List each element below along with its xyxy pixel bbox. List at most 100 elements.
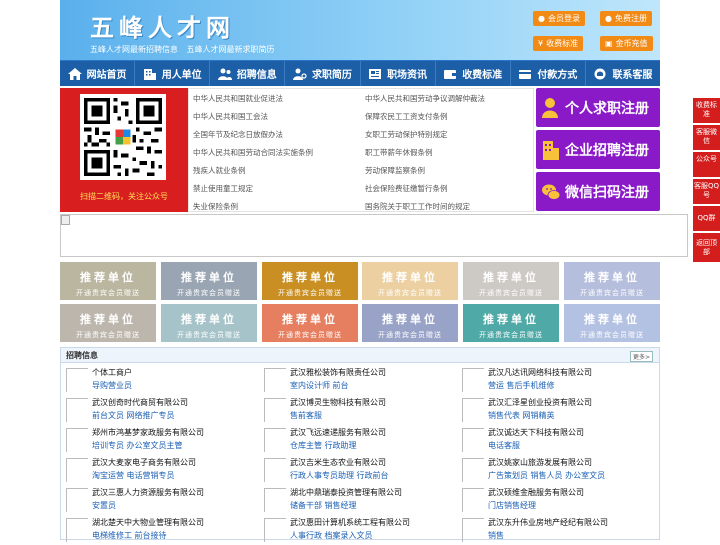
company-name[interactable]: 湖北中鼎瑞泰投资管理有限公司 [290, 487, 402, 498]
job-item[interactable]: 武汉博灵生物科技有限公司 售前客服 [259, 395, 449, 425]
law-link[interactable]: 中华人民共和国工会法 [193, 111, 268, 122]
job-item[interactable]: 湖北中鼎瑞泰投资管理有限公司 储备干部 销售经理 [259, 485, 449, 515]
job-positions[interactable]: 电梯维修工 前台接待 [92, 530, 167, 541]
company-logo[interactable] [264, 428, 286, 452]
banner-placeholder[interactable] [60, 214, 688, 257]
job-item[interactable]: 武汉三惠人力资源服务有限公司 安置员 [61, 485, 251, 515]
law-link[interactable]: 社会保险费征缴暂行条例 [365, 183, 448, 194]
ad-slot[interactable]: 推荐单位 开通贵宾会员赠送 [262, 304, 358, 342]
company-logo[interactable] [66, 518, 88, 542]
job-positions[interactable]: 前台文员 网络推广专员 [92, 410, 175, 421]
company-name[interactable]: 郑州市鸿基梦家政服务有限公司 [92, 427, 204, 438]
ad-slot[interactable]: 推荐单位 开通贵宾会员赠送 [161, 262, 257, 300]
job-item[interactable]: 湖北楚天中大物业管理有限公司 电梯维修工 前台接待 [61, 515, 251, 545]
nav-payment[interactable]: 付款方式 [511, 61, 586, 86]
company-logo[interactable] [264, 458, 286, 482]
nav-home[interactable]: 网站首页 [60, 61, 136, 86]
company-logo[interactable] [462, 398, 484, 422]
company-name[interactable]: 湖北楚天中大物业管理有限公司 [92, 517, 204, 528]
company-logo[interactable] [264, 518, 286, 542]
company-name[interactable]: 武汉姚家山旅游发展有限公司 [488, 457, 592, 468]
side-back-to-top[interactable]: 返回顶部 [693, 233, 720, 263]
job-positions[interactable]: 室内设计师 前台 [290, 380, 349, 391]
recharge-button[interactable]: ▣ 金币充值 [600, 36, 653, 51]
job-item[interactable]: 武汉姚家山旅游发展有限公司广告策划员 销售人员 办公室文员 [457, 455, 647, 485]
company-name[interactable]: 武汉雅松装饰有限责任公司 [290, 367, 386, 378]
company-logo[interactable] [66, 398, 88, 422]
company-logo[interactable] [462, 428, 484, 452]
job-item[interactable]: 武汉创奇时代商贸有限公司 前台文员 网络推广专员 [61, 395, 251, 425]
login-button[interactable]: ● 会员登录 [533, 11, 585, 26]
nav-employers[interactable]: 用人单位 [135, 61, 211, 86]
side-service-qq[interactable]: 客服QQ号 [693, 179, 720, 205]
nav-resumes[interactable]: 求职简历 [285, 61, 361, 86]
company-name[interactable]: 武汉创奇时代商贸有限公司 [92, 397, 188, 408]
company-name[interactable]: 武汉东升伟业房地产经纪有限公司 [488, 517, 608, 528]
company-name[interactable]: 武汉飞远速递服务有限公司 [290, 427, 386, 438]
ad-slot[interactable]: 推荐单位 开通贵宾会员赠送 [463, 262, 559, 300]
law-link[interactable]: 失业保险条例 [193, 201, 238, 212]
company-name[interactable]: 武汉博灵生物科技有限公司 [290, 397, 386, 408]
company-register-button[interactable]: 企业招聘注册 [536, 130, 660, 169]
ad-slot[interactable]: 推荐单位 开通贵宾会员赠送 [362, 304, 458, 342]
company-logo[interactable] [66, 428, 88, 452]
law-link[interactable]: 残疾人就业条例 [193, 165, 246, 176]
company-logo[interactable] [462, 488, 484, 512]
job-positions[interactable]: 导购营业员 [92, 380, 132, 391]
personal-register-button[interactable]: 个人求职注册 [536, 88, 660, 127]
job-positions[interactable]: 售前客服 [290, 410, 322, 421]
side-official-account[interactable]: 公众号 [693, 152, 720, 178]
pricing-button[interactable]: ¥ 收费标准 [533, 36, 584, 51]
job-item[interactable]: 武汉惠田计算机系统工程有限公司 人事行政 档案录入文员 [259, 515, 449, 545]
job-item[interactable]: 个体工商户导购营业员 [61, 365, 251, 395]
ad-slot[interactable]: 推荐单位 开通贵宾会员赠送 [564, 262, 660, 300]
job-item[interactable]: 武汉东升伟业房地产经纪有限公司 销售 [457, 515, 647, 545]
ad-slot[interactable]: 推荐单位 开通贵宾会员赠送 [463, 304, 559, 342]
job-positions[interactable]: 人事行政 档案录入文员 [290, 530, 373, 541]
law-link[interactable]: 劳动保障监察条例 [365, 165, 425, 176]
ad-slot[interactable]: 推荐单位 开通贵宾会员赠送 [362, 262, 458, 300]
company-logo[interactable] [462, 368, 484, 392]
job-positions[interactable]: 广告策划员 销售人员 办公室文员 [488, 470, 605, 481]
ad-slot[interactable]: 推荐单位 开通贵宾会员赠送 [60, 304, 156, 342]
law-link[interactable]: 职工带薪年休假条例 [365, 147, 433, 158]
ad-slot[interactable]: 推荐单位 开通贵宾会员赠送 [60, 262, 156, 300]
law-link[interactable]: 国务院关于职工工作时间的规定 [365, 201, 470, 212]
company-name[interactable]: 个体工商户 [92, 367, 132, 378]
job-positions[interactable]: 门店销售经理 [488, 500, 536, 511]
job-positions[interactable]: 仓库主管 行政助理 [290, 440, 357, 451]
job-item[interactable]: 武汉吉米生态农业有限公司 行政人事专员助理 行政前台 [259, 455, 449, 485]
job-positions[interactable]: 销售代表 网销精英 [488, 410, 555, 421]
side-service-wechat[interactable]: 客服微信 [693, 125, 720, 151]
job-item[interactable]: 武汉飞远速递服务有限公司 仓库主管 行政助理 [259, 425, 449, 455]
nav-pricing[interactable]: 收费标准 [436, 61, 511, 86]
job-item[interactable]: 武汉雅松装饰有限责任公司 室内设计师 前台 [259, 365, 449, 395]
job-positions[interactable]: 行政人事专员助理 行政前台 [290, 470, 389, 481]
job-positions[interactable]: 安置员 [92, 500, 116, 511]
company-name[interactable]: 武汉诚达天下科技有限公司 [488, 427, 584, 438]
job-item[interactable]: 武汉大麦家电子商务有限公司 淘宝运营 电话营销专员 [61, 455, 251, 485]
wechat-register-button[interactable]: 微信扫码注册 [536, 172, 660, 211]
job-item[interactable]: 武汉凡达讯网络科技有限公司 营运 售后手机维修 [457, 365, 647, 395]
job-item[interactable]: 武汉硕维金融服务有限公司 门店销售经理 [457, 485, 647, 515]
ad-slot[interactable]: 推荐单位 开通贵宾会员赠送 [564, 304, 660, 342]
law-link[interactable]: 全国年节及纪念日放假办法 [193, 129, 283, 140]
company-logo[interactable] [66, 368, 88, 392]
law-link[interactable]: 中华人民共和国就业促进法 [193, 93, 283, 104]
ad-slot[interactable]: 推荐单位 开通贵宾会员赠送 [262, 262, 358, 300]
company-logo[interactable] [264, 488, 286, 512]
company-name[interactable]: 武汉三惠人力资源服务有限公司 [92, 487, 204, 498]
company-name[interactable]: 武汉汇泽星创业投资有限公司 [488, 397, 592, 408]
company-logo[interactable] [66, 488, 88, 512]
nav-news[interactable]: 职场资讯 [361, 61, 436, 86]
nav-contact[interactable]: 联系客服 [586, 61, 660, 86]
law-link[interactable]: 女职工劳动保护特别规定 [365, 129, 448, 140]
company-logo[interactable] [264, 368, 286, 392]
job-positions[interactable]: 培训专员 办公室文员主管 [92, 440, 183, 451]
side-pricing[interactable]: 收费标准 [693, 98, 720, 124]
nav-jobs[interactable]: 招聘信息 [210, 61, 286, 86]
job-positions[interactable]: 储备干部 销售经理 [290, 500, 357, 511]
job-item[interactable]: 武汉汇泽星创业投资有限公司 销售代表 网销精英 [457, 395, 647, 425]
slogan-latest-resumes[interactable]: 五峰人才网最新求职简历 [187, 45, 275, 54]
company-logo[interactable] [264, 398, 286, 422]
